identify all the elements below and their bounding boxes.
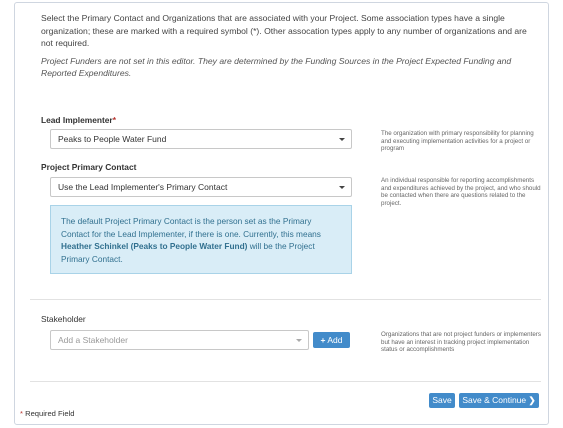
stakeholder-help: Organizations that are not project funde… [381,331,541,354]
stakeholder-label: Stakeholder [41,314,86,324]
plus-icon: + [320,335,326,345]
save-continue-label: Save & Continue [462,395,527,405]
info-contact-name: Heather Schinkel (Peaks to People Water … [61,241,248,251]
primary-contact-info-box: The default Project Primary Contact is t… [50,205,352,274]
chevron-down-icon [339,138,345,141]
primary-contact-select[interactable]: Use the Lead Implementer's Primary Conta… [50,177,352,197]
primary-contact-value: Use the Lead Implementer's Primary Conta… [58,182,228,192]
required-mark: * [112,115,116,125]
save-button[interactable]: Save [429,393,455,408]
lead-implementer-value: Peaks to People Water Fund [58,134,167,144]
intro-text: Select the Primary Contact and Organizat… [41,12,531,85]
chevron-down-icon [339,186,345,189]
add-button-label: Add [327,335,343,345]
primary-contact-help: An individual responsible for reporting … [381,177,541,207]
lead-implementer-label: Lead Implementer* [41,115,116,125]
section-divider [30,299,541,300]
stakeholder-placeholder: Add a Stakeholder [58,335,128,345]
chevron-down-icon [296,339,302,342]
chevron-right-icon: ❯ [528,395,536,405]
save-continue-button[interactable]: Save & Continue ❯ [459,393,539,408]
intro-paragraph: Select the Primary Contact and Organizat… [41,13,527,48]
lead-implementer-label-text: Lead Implementer [41,115,113,125]
required-field-text: Required Field [25,409,75,418]
required-field-note: * Required Field [20,409,74,418]
info-text-start: The default Project Primary Contact is t… [61,216,321,239]
lead-implementer-help: The organization with primary responsibi… [381,130,534,153]
stakeholder-select[interactable]: Add a Stakeholder [50,330,309,350]
required-mark: * [20,409,23,418]
funders-note: Project Funders are not set in this edit… [41,55,512,79]
primary-contact-label: Project Primary Contact [41,162,137,172]
lead-implementer-select[interactable]: Peaks to People Water Fund [50,129,352,149]
add-stakeholder-button[interactable]: + Add [313,332,350,348]
footer-divider [30,381,541,382]
